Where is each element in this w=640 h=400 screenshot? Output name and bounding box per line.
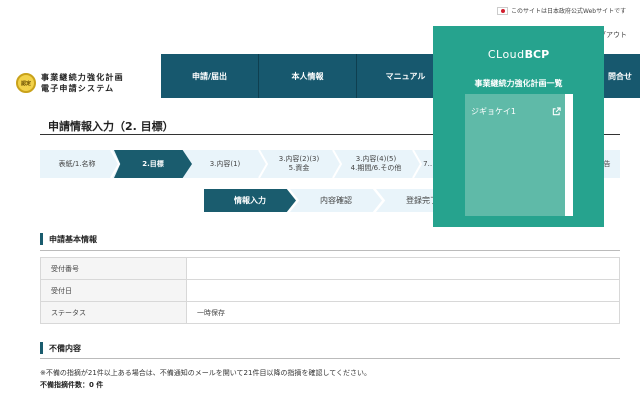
- logo-line-1: 事業継続力強化計画: [41, 73, 124, 82]
- section-divider: [40, 250, 620, 251]
- defects-note: ※不備の指摘が21件以上ある場合は、不備通知のメールを開いて21件目以降の指摘を…: [40, 369, 372, 377]
- nav-item-contact[interactable]: 問合せ: [604, 54, 640, 98]
- page-title: 申請情報入力（2. 目標）: [48, 120, 174, 133]
- section-marker: [40, 342, 43, 354]
- basic-info-heading: 申請基本情報: [40, 233, 97, 245]
- section-divider: [40, 358, 620, 359]
- step-content-3: 3.内容(4)(5) 4.期間/6.その他: [350, 155, 402, 172]
- logo-text: 事業継続力強化計画 電子申請システム: [41, 72, 124, 94]
- sub-step-bar: 情報入力 内容確認 登録完了: [204, 189, 468, 212]
- step-content-1: 3.内容(1): [209, 159, 241, 168]
- basic-info-table: 受付番号 受付日 ステータス 一時保存: [40, 257, 620, 324]
- plan-list: ジギョケイ1: [465, 94, 573, 216]
- defects-heading: 不備内容: [40, 342, 81, 354]
- plan-list-item[interactable]: ジギョケイ1: [471, 106, 561, 117]
- basic-info-title: 申請基本情報: [49, 234, 97, 244]
- row-label: 受付番号: [40, 257, 187, 280]
- substep-confirm: 内容確認: [290, 189, 382, 212]
- step-content-2: 3.内容(2)(3) 5.資金: [278, 155, 320, 172]
- brand-part-b: BCP: [524, 48, 550, 61]
- cloudbcp-logo: CLoudBCP: [433, 48, 604, 61]
- logo-line-2: 電子申請システム: [41, 84, 115, 93]
- defects-count: 不備指摘件数：0 件: [40, 381, 104, 389]
- defects-title: 不備内容: [49, 343, 81, 353]
- japan-flag-icon: [497, 6, 508, 15]
- table-row: 受付番号: [40, 257, 620, 280]
- section-marker: [40, 233, 43, 245]
- plan-item-label[interactable]: ジギョケイ1: [471, 106, 516, 117]
- step-goal: 2.目標: [114, 150, 192, 178]
- plan-list-scrollbar[interactable]: [565, 94, 573, 216]
- nav-item-profile[interactable]: 本人情報: [259, 54, 357, 98]
- table-row: 受付日: [40, 279, 620, 302]
- nav-item-application[interactable]: 申請/届出: [161, 54, 259, 98]
- step-cover: 表紙/1.名称: [58, 159, 96, 168]
- table-row: ステータス 一時保存: [40, 301, 620, 324]
- gov-notice: このサイトは日本政府公式Webサイトです: [497, 6, 626, 15]
- gov-notice-text: このサイトは日本政府公式Webサイトです: [511, 8, 627, 15]
- popup-subtitle: 事業継続力強化計画一覧: [474, 79, 563, 88]
- row-label: ステータス: [40, 301, 187, 324]
- site-logo[interactable]: 認定 事業継続力強化計画 電子申請システム: [16, 72, 124, 94]
- cloudbcp-popup: CLoudBCP 事業継続力強化計画一覧 ジギョケイ1: [433, 26, 604, 227]
- substep-input: 情報入力: [204, 189, 296, 212]
- logo-emblem-icon: 認定: [16, 73, 36, 93]
- row-value: [186, 279, 620, 302]
- row-value: [186, 257, 620, 280]
- brand-part-a: CLoud: [487, 48, 525, 61]
- row-value: 一時保存: [186, 301, 620, 324]
- row-label: 受付日: [40, 279, 187, 302]
- external-link-icon[interactable]: [552, 107, 561, 116]
